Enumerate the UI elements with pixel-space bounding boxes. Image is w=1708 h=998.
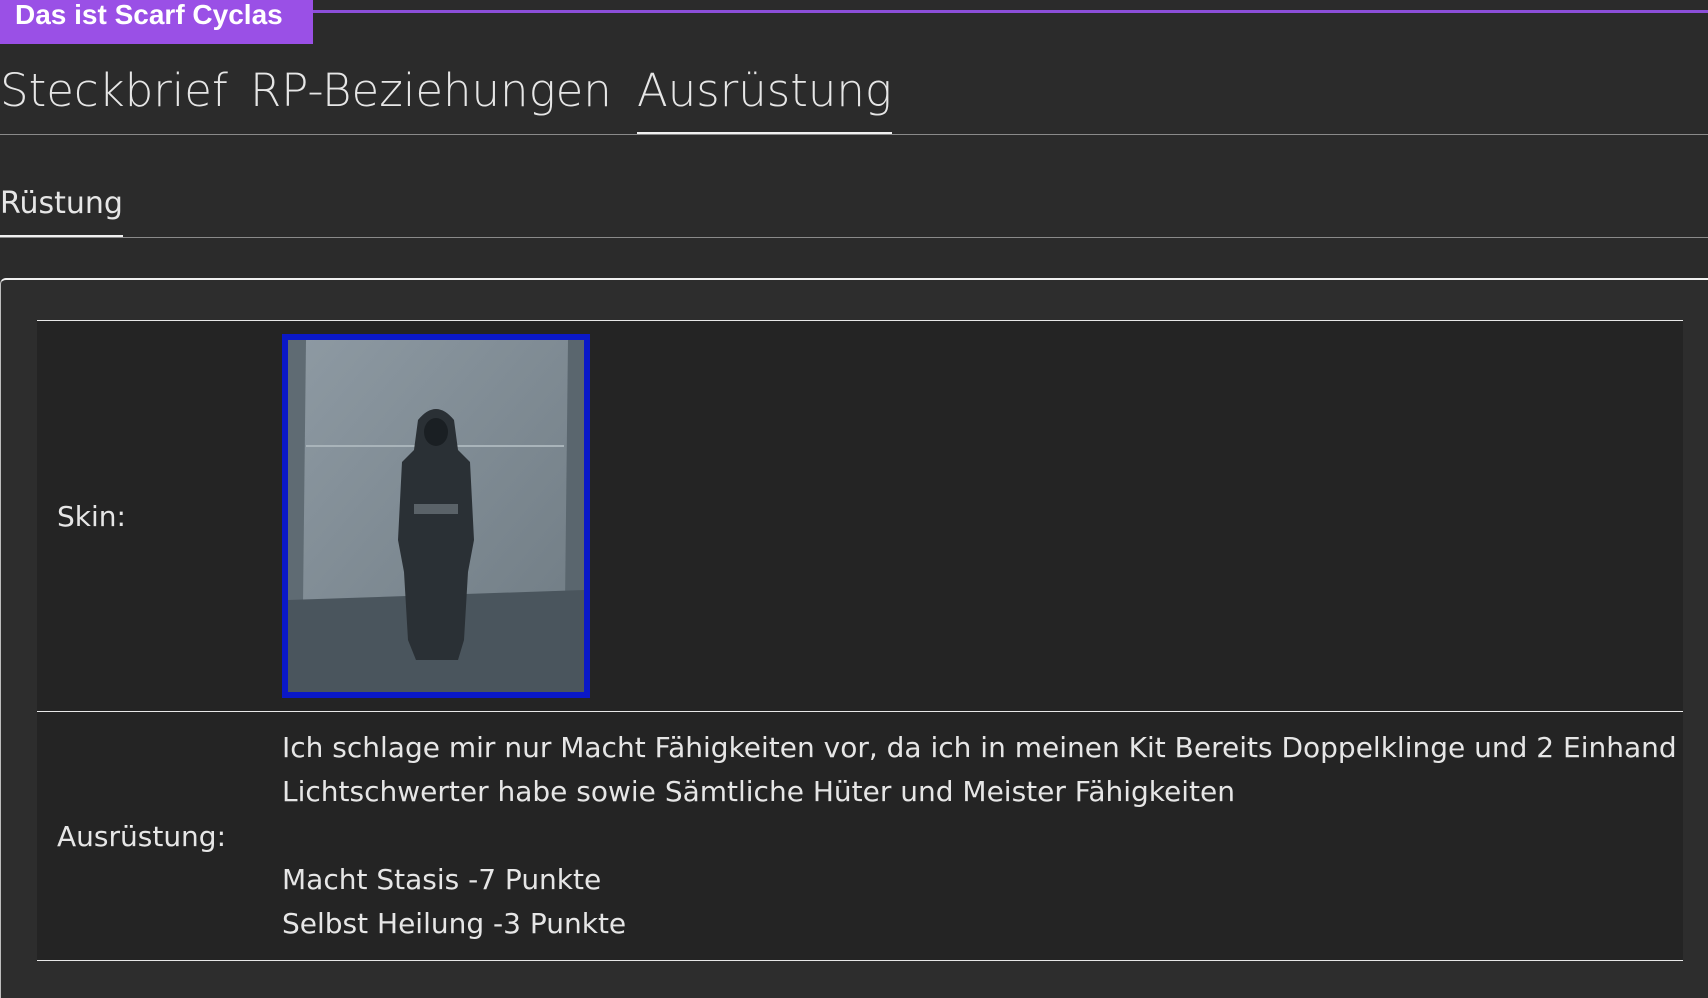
tab-rp-beziehungen-label: RP-Beziehungen xyxy=(250,64,612,117)
table-row-equipment: Ausrüstung: Ich schlage mir nur Macht Fä… xyxy=(37,711,1683,961)
tab-ausruestung[interactable]: Ausrüstung xyxy=(637,64,892,134)
tab-steckbrief-label: Steckbrief xyxy=(0,64,228,117)
hooded-figure-icon xyxy=(288,340,584,692)
equipment-line: Lichtschwerter habe sowie Sämtliche Hüte… xyxy=(282,775,1235,808)
equipment-line: Macht Stasis -7 Punkte xyxy=(282,863,602,896)
tab-ausruestung-label: Ausrüstung xyxy=(637,64,892,117)
equipment-text: Ich schlage mir nur Macht Fähigkeiten vo… xyxy=(282,726,1683,946)
skin-label: Skin: xyxy=(37,320,282,712)
tab-rp-beziehungen[interactable]: RP-Beziehungen xyxy=(250,64,612,134)
equipment-label: Ausrüstung: xyxy=(37,711,282,961)
table-row-skin: Skin: xyxy=(37,320,1683,712)
subtab-ruestung[interactable]: Rüstung xyxy=(0,186,123,237)
equipment-line: Selbst Heilung -3 Punkte xyxy=(282,907,627,940)
sub-tabs: Rüstung xyxy=(0,180,1708,238)
equipment-line: Ich schlage mir nur Macht Fähigkeiten vo… xyxy=(282,731,1677,764)
header-accent-line xyxy=(300,10,1708,13)
tab-steckbrief[interactable]: Steckbrief xyxy=(0,64,228,134)
equipment-spacer xyxy=(282,814,1683,858)
equipment-value-cell: Ich schlage mir nur Macht Fähigkeiten vo… xyxy=(282,711,1683,961)
page-title: Das ist Scarf Cyclas xyxy=(15,0,283,30)
subtab-ruestung-label: Rüstung xyxy=(0,186,123,221)
equipment-table: Skin: Ausrüstung: Ich schlage mir nur Ma… xyxy=(37,320,1683,961)
skin-image[interactable] xyxy=(282,334,590,698)
page-title-badge: Das ist Scarf Cyclas xyxy=(0,0,313,44)
main-tabs: Steckbrief RP-Beziehungen Ausrüstung xyxy=(0,58,1708,135)
skin-value-cell xyxy=(282,320,1683,712)
